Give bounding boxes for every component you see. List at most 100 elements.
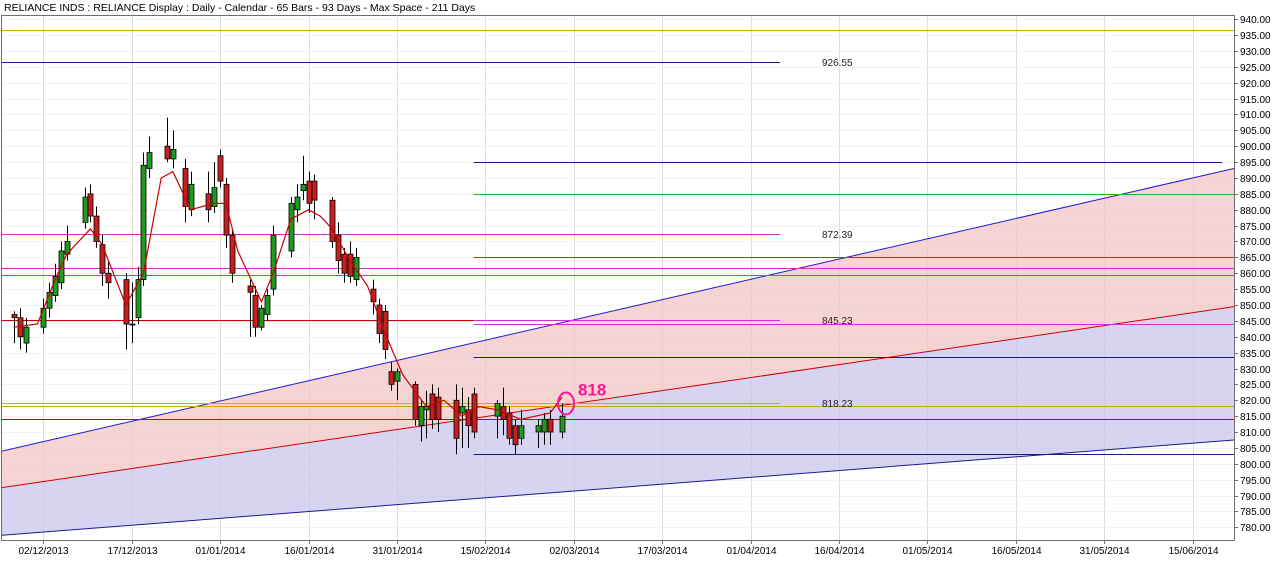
y-tick-label: 930.00 <box>1240 47 1271 58</box>
candle-body-down <box>164 145 171 160</box>
y-tick-label: 890.00 <box>1240 174 1271 185</box>
y-tick-label: 925.00 <box>1240 63 1271 74</box>
y-tick-label: 885.00 <box>1240 190 1271 201</box>
y-tick-label: 835.00 <box>1240 349 1271 360</box>
candle-body-down <box>205 193 212 211</box>
y-tick-label: 915.00 <box>1240 95 1271 106</box>
candle-body-down <box>388 371 395 385</box>
candle-body-up <box>129 323 136 326</box>
x-tick-label: 15/02/2014 <box>460 546 510 557</box>
y-tick-label: 815.00 <box>1240 412 1271 423</box>
y-tick-label: 805.00 <box>1240 444 1271 455</box>
candle-body-up <box>258 307 265 328</box>
level-label: 872.39 <box>822 230 853 241</box>
chart: 926.55 872.39 845.23 818.23 818 940.00 935.0… <box>0 0 1280 561</box>
candle-body-up <box>170 148 177 160</box>
candle-body-down <box>341 253 348 274</box>
y-tick-label: 785.00 <box>1240 507 1271 518</box>
candle-body-up <box>264 295 271 315</box>
y-tick-label: 845.00 <box>1240 317 1271 328</box>
x-tick-label: 31/05/2014 <box>1079 546 1129 557</box>
candle-body-down <box>247 285 254 293</box>
candle-body-down <box>182 168 189 207</box>
y-tick-label: 870.00 <box>1240 237 1271 248</box>
y-tick-label: 880.00 <box>1240 206 1271 217</box>
candle-body-up <box>294 196 301 211</box>
level-label: 845.23 <box>822 316 853 327</box>
candle-body-up <box>541 418 548 433</box>
candle-body-up <box>188 183 195 211</box>
y-tick-label: 895.00 <box>1240 158 1271 169</box>
candle-body-up <box>288 202 295 252</box>
y-tick-label: 850.00 <box>1240 301 1271 312</box>
y-tick-label: 905.00 <box>1240 126 1271 137</box>
y-tick-label: 855.00 <box>1240 285 1271 296</box>
candle-body-down <box>329 199 336 242</box>
candle-body-up <box>270 234 277 290</box>
level-label: 926.55 <box>822 58 853 69</box>
annotation-label: 818 <box>578 380 606 399</box>
x-tick-label: 15/06/2014 <box>1168 546 1218 557</box>
y-tick-label: 940.00 <box>1240 15 1271 26</box>
y-tick-label: 910.00 <box>1240 110 1271 121</box>
candle-body-down <box>17 317 24 338</box>
x-tick-label: 16/01/2014 <box>284 546 334 557</box>
candle-body-up <box>418 406 425 427</box>
y-tick-label: 810.00 <box>1240 428 1271 439</box>
candle-body-up <box>535 425 542 433</box>
x-tick-label: 02/03/2014 <box>549 546 599 557</box>
candle-body-down <box>252 295 259 328</box>
y-tick-label: 790.00 <box>1240 492 1271 503</box>
candle-body-up <box>518 425 525 439</box>
x-tick-label: 02/12/2013 <box>18 546 68 557</box>
candle-body-down <box>229 234 236 274</box>
y-tick-label: 780.00 <box>1240 523 1271 534</box>
candle-body-down <box>11 314 18 319</box>
y-tick-label: 840.00 <box>1240 333 1271 344</box>
y-tick-label: 795.00 <box>1240 476 1271 487</box>
candle-body-up <box>146 152 153 169</box>
y-tick-label: 800.00 <box>1240 460 1271 471</box>
candle-body-down <box>311 180 318 201</box>
x-tick-label: 17/12/2013 <box>107 546 157 557</box>
candle-body-up <box>559 415 566 433</box>
x-tick-label: 16/05/2014 <box>991 546 1041 557</box>
y-tick-label: 875.00 <box>1240 222 1271 233</box>
candle-body-up <box>40 307 47 328</box>
x-tick-label: 01/04/2014 <box>726 546 776 557</box>
y-tick-label: 900.00 <box>1240 142 1271 153</box>
y-tick-label: 865.00 <box>1240 253 1271 264</box>
candle-body-down <box>547 418 554 433</box>
chart-canvas: 926.55 872.39 845.23 818.23 818 940.00 935.0… <box>0 0 1280 561</box>
candle-body-down <box>223 183 230 236</box>
candle-body-down <box>429 393 436 420</box>
candle-body-up <box>300 183 307 192</box>
candle-body-down <box>435 396 442 420</box>
y-tick-label: 830.00 <box>1240 365 1271 376</box>
candle-body-down <box>335 234 342 261</box>
candle-body-down <box>471 393 478 433</box>
x-tick-label: 17/03/2014 <box>637 546 687 557</box>
candle-body-down <box>217 155 224 182</box>
y-tick-label: 935.00 <box>1240 31 1271 42</box>
candle-body-up <box>23 326 30 344</box>
x-tick-label: 16/04/2014 <box>814 546 864 557</box>
y-tick-label: 920.00 <box>1240 79 1271 90</box>
x-tick-label: 01/01/2014 <box>195 546 245 557</box>
candle-body-down <box>506 412 513 439</box>
x-tick-label: 01/05/2014 <box>902 546 952 557</box>
y-tick-label: 820.00 <box>1240 396 1271 407</box>
x-tick-label: 31/01/2014 <box>372 546 422 557</box>
candle-body-up <box>459 406 466 414</box>
candle-body-down <box>87 193 94 217</box>
candle-body-down <box>105 272 112 284</box>
candle-body-down <box>370 288 377 303</box>
candle-body-down <box>453 399 460 439</box>
y-tick-label: 860.00 <box>1240 269 1271 280</box>
candle-body-up <box>394 371 401 382</box>
candle-body-down <box>306 180 313 204</box>
candle-body-down <box>512 425 519 446</box>
y-tick-label: 825.00 <box>1240 380 1271 391</box>
chart-title: RELIANCE INDS : RELIANCE Display : Daily… <box>4 2 475 14</box>
candle-body-up <box>82 196 89 223</box>
